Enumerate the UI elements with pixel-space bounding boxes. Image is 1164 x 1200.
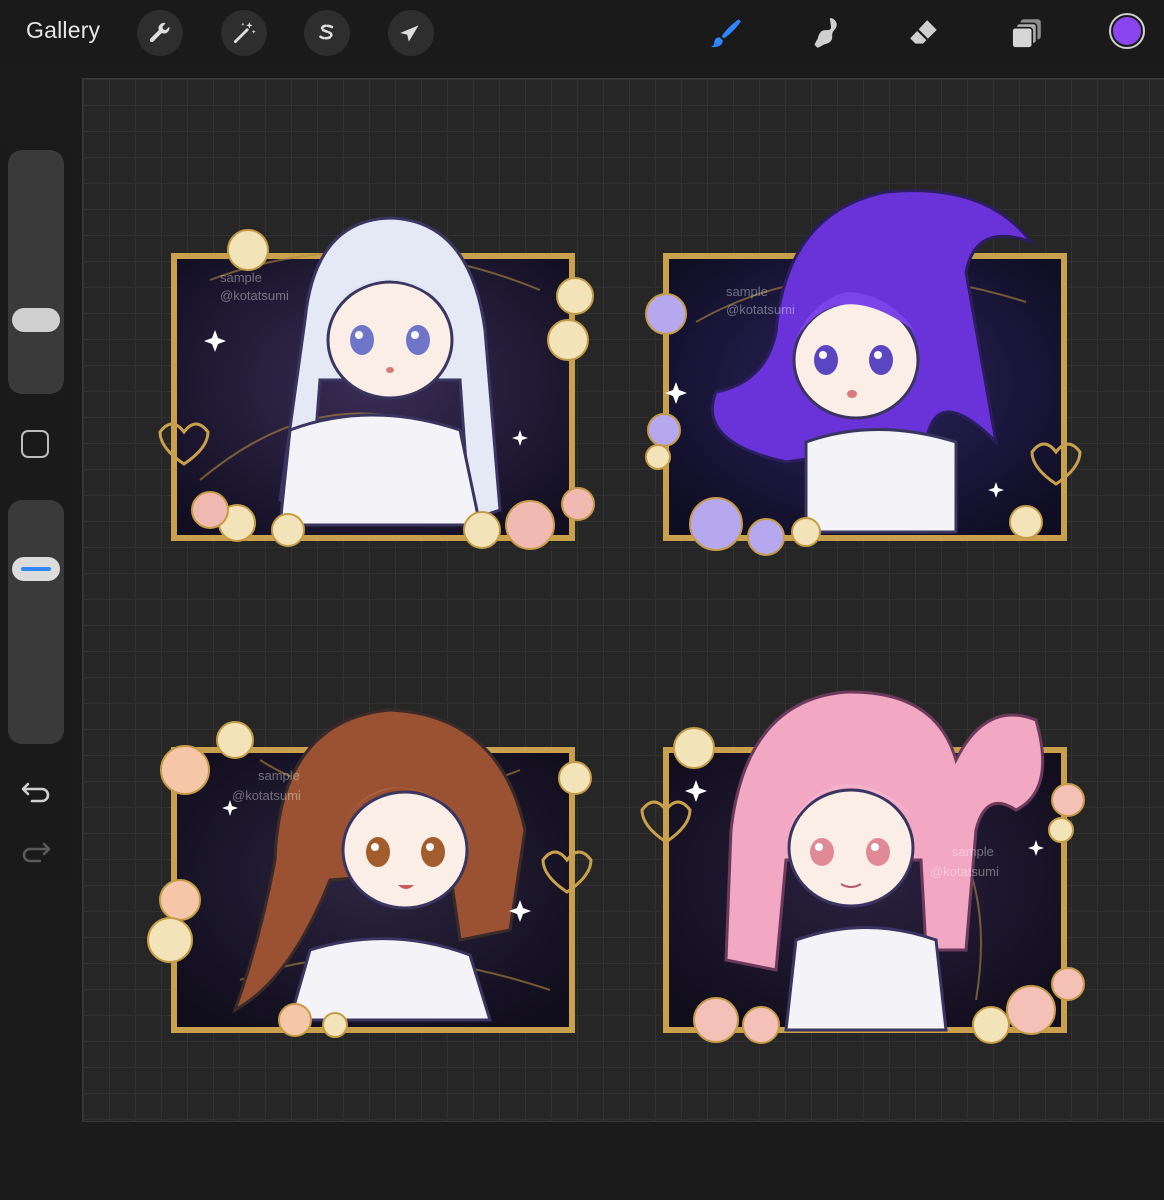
- watermark-sample: sample: [220, 270, 262, 285]
- watermark-handle: @kotatsumi: [930, 864, 999, 879]
- watermark-sample: sample: [258, 768, 300, 783]
- opacity-slider[interactable]: [8, 500, 64, 744]
- layers-icon[interactable]: [1008, 14, 1046, 52]
- gallery-button[interactable]: Gallery: [26, 17, 100, 44]
- artwork-panel-pink: sample @kotatsumi: [636, 680, 1106, 1060]
- watermark-handle: @kotatsumi: [232, 788, 301, 803]
- watermark-handle: @kotatsumi: [220, 288, 289, 303]
- artwork-panel-brown: sample @kotatsumi: [140, 680, 610, 1060]
- undo-icon[interactable]: [18, 772, 54, 808]
- watermark-sample: sample: [952, 844, 994, 859]
- artwork-panel-purple: sample @kotatsumi: [636, 182, 1106, 562]
- artwork-panel-silver: sample @kotatsumi: [140, 180, 610, 560]
- wrench-icon[interactable]: [137, 10, 183, 56]
- left-sidebar: [0, 142, 72, 887]
- watermark-handle: @kotatsumi: [726, 302, 795, 317]
- magic-wand-icon[interactable]: [221, 10, 267, 56]
- transform-arrow-icon[interactable]: [388, 10, 434, 56]
- smudge-icon[interactable]: [805, 14, 843, 52]
- opacity-thumb[interactable]: [12, 557, 60, 581]
- color-picker-button[interactable]: [1109, 13, 1145, 49]
- eraser-icon[interactable]: [905, 14, 943, 52]
- selection-icon[interactable]: [304, 10, 350, 56]
- brush-icon[interactable]: [707, 14, 745, 52]
- watermark-sample: sample: [726, 284, 768, 299]
- modify-button[interactable]: [21, 430, 49, 458]
- brush-size-slider[interactable]: [8, 150, 64, 394]
- brush-size-thumb[interactable]: [12, 308, 60, 332]
- top-toolbar: Gallery: [0, 0, 1164, 64]
- redo-icon[interactable]: [18, 832, 54, 868]
